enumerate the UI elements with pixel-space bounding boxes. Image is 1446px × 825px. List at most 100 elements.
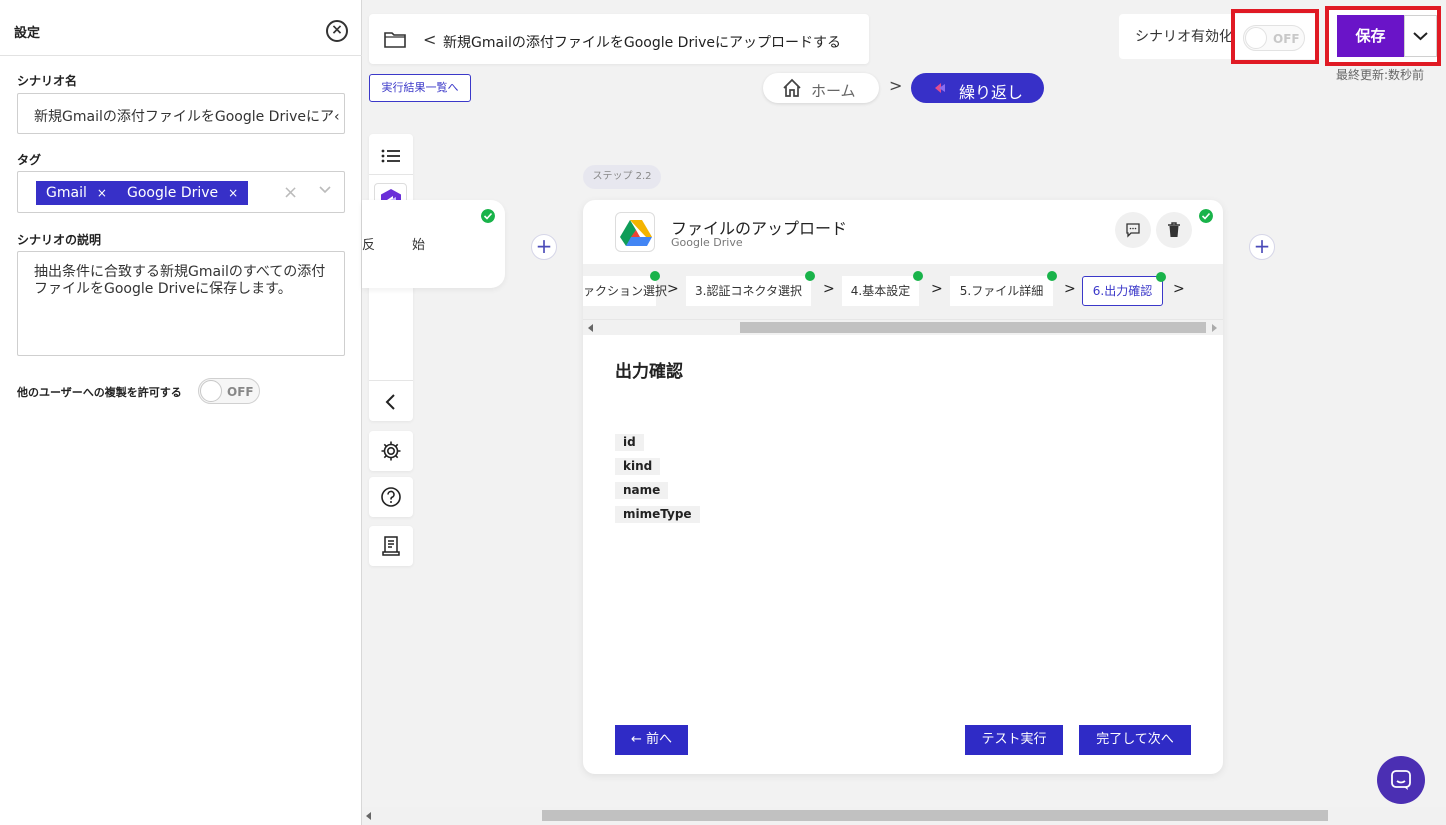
tab-label: 5.ファイル詳細 (959, 284, 1044, 298)
divider (369, 380, 413, 381)
tab-label: 3.認証コネクタ選択 (695, 284, 802, 298)
scenario-name-label: シナリオ名 (17, 74, 78, 88)
output-field: kind (615, 458, 661, 475)
chevron-right-icon: > (823, 281, 835, 297)
settings-header: 設定 × (0, 0, 362, 56)
canvas-scrollbar[interactable] (362, 807, 1446, 825)
settings-panel: 設定 × シナリオ名 新規Gmailの添付ファイルをGoogle Driveにア… (0, 0, 362, 825)
tag-select[interactable]: Gmail × Google Drive × × (17, 171, 345, 213)
toggle-state: OFF (1273, 32, 1300, 46)
scrollbar-thumb[interactable] (740, 322, 1206, 333)
start-node[interactable]: 反 始 (362, 200, 505, 288)
check-icon (1047, 271, 1057, 281)
complete-next-button[interactable]: 完了して次へ (1079, 725, 1191, 755)
chat-button[interactable] (1377, 756, 1425, 804)
divider (369, 174, 413, 175)
clear-icon[interactable]: × (283, 182, 298, 203)
step-badge: ステップ 2.2 (583, 165, 661, 189)
tag-remove-icon[interactable]: × (228, 186, 238, 200)
help-button[interactable] (369, 477, 413, 517)
check-icon (650, 271, 660, 281)
google-drive-logo (615, 212, 655, 252)
tab-output-check[interactable]: 6.出力確認 (1082, 272, 1166, 306)
toggle-knob (200, 380, 222, 402)
gear-icon (381, 441, 401, 461)
tab-auth-connector[interactable]: 3.認証コネクタ選択 (686, 271, 815, 306)
chevron-down-icon[interactable] (318, 183, 332, 197)
document-icon (382, 536, 400, 556)
card-subtitle: Google Drive (671, 236, 743, 249)
copy-permission-label: 他のユーザーへの複製を許可する (17, 386, 182, 399)
results-list-button[interactable]: 実行結果一覧へ (369, 74, 471, 102)
home-icon (783, 78, 801, 97)
section-title: 出力確認 (615, 362, 683, 382)
output-field: mimeType (615, 506, 700, 523)
scroll-left-icon[interactable] (588, 324, 594, 332)
check-icon (913, 271, 923, 281)
add-step-button[interactable]: + (1249, 234, 1275, 260)
scenario-name-input[interactable]: 新規Gmailの添付ファイルをGoogle Driveにア‹ (17, 93, 345, 134)
toggle-state: OFF (227, 385, 254, 399)
tag-chip-label: Google Drive (127, 185, 219, 201)
save-options-button[interactable] (1404, 15, 1437, 57)
scrollbar-thumb[interactable] (542, 810, 1328, 821)
tag-label: タグ (17, 153, 42, 167)
comment-button[interactable] (1115, 212, 1151, 248)
add-step-button[interactable]: + (531, 234, 557, 260)
delete-button[interactable] (1156, 212, 1192, 248)
scenario-title-bar: < 新規Gmailの添付ファイルをGoogle Driveにアップロードする (369, 14, 869, 64)
tab-label: ァクション選択 (583, 284, 668, 298)
chevron-right-icon: > (1064, 281, 1076, 297)
scenario-enable-label: シナリオ有効化 (1135, 29, 1233, 45)
start-node-label-right: 始 (412, 238, 426, 253)
folder-icon[interactable] (383, 29, 407, 49)
check-icon (1156, 272, 1166, 282)
tab-file-details[interactable]: 5.ファイル詳細 (950, 271, 1057, 306)
google-drive-icon (620, 220, 652, 246)
tab-action-select[interactable]: ァクション選択 (583, 271, 667, 306)
back-icon[interactable]: < (423, 30, 436, 49)
step-tabs: ァクション選択 > 3.認証コネクタ選択 > 4.基本設定 > 5.ファイル詳細… (583, 264, 1223, 319)
output-field: id (615, 434, 644, 451)
tag-remove-icon[interactable]: × (97, 186, 107, 200)
scenario-title: 新規Gmailの添付ファイルをGoogle Driveにアップロードする (443, 35, 841, 51)
log-button[interactable] (369, 526, 413, 566)
chevron-down-icon (1413, 32, 1428, 41)
tab-label: 4.基本設定 (850, 284, 911, 298)
scenario-enable-toggle[interactable]: OFF (1243, 25, 1305, 51)
chevron-right-icon: > (1173, 281, 1185, 297)
tab-basic-settings[interactable]: 4.基本設定 (842, 271, 923, 306)
comment-icon (1126, 223, 1140, 238)
description-textarea[interactable]: 抽出条件に合致する新規Gmailのすべての添付ファイルをGoogle Drive… (17, 251, 345, 356)
breadcrumb-current-label: 繰り返し (959, 83, 1024, 102)
tag-chip-label: Gmail (46, 185, 87, 201)
scroll-left-icon[interactable] (366, 812, 372, 820)
step-card: ファイルのアップロード Google Drive ァクション選択 > 3.認証コ… (583, 200, 1223, 774)
chevron-left-icon[interactable] (383, 393, 399, 411)
check-icon (1199, 209, 1213, 223)
prev-button[interactable]: ← 前へ (615, 725, 688, 755)
last-updated-text: 最終更新:数秒前 (1336, 68, 1425, 82)
scroll-right-icon[interactable] (1212, 324, 1218, 332)
output-field: name (615, 482, 669, 499)
tab-label: 6.出力確認 (1092, 284, 1153, 298)
description-label: シナリオの説明 (17, 233, 102, 247)
breadcrumb-separator: > (889, 76, 903, 95)
breadcrumb-home[interactable]: ホーム (763, 73, 879, 103)
tag-chip-gmail: Gmail × (36, 181, 117, 205)
start-node-label-left: 反 (362, 238, 376, 253)
chat-icon (1391, 770, 1411, 790)
copy-permission-toggle[interactable]: OFF (198, 378, 260, 404)
breadcrumb-current[interactable]: 繰り返し (911, 73, 1044, 103)
list-icon[interactable] (381, 148, 401, 164)
chevron-right-icon: > (667, 281, 679, 297)
tabs-scrollbar[interactable] (583, 319, 1223, 335)
check-icon (805, 271, 815, 281)
settings-button[interactable] (369, 431, 413, 471)
breadcrumb-home-label: ホーム (811, 82, 856, 100)
close-icon[interactable]: × (326, 20, 348, 42)
loop-icon (935, 83, 945, 93)
save-button[interactable]: 保存 (1337, 15, 1404, 57)
test-run-button[interactable]: テスト実行 (965, 725, 1063, 755)
help-icon (381, 487, 401, 507)
